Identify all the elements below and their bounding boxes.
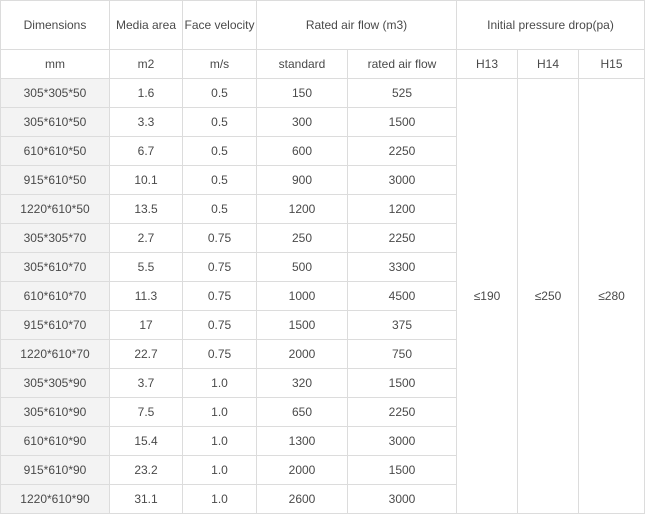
cell-rated-air-flow: 2250	[347, 397, 457, 427]
header-initial-pressure-drop: Initial pressure drop(pa)	[456, 0, 645, 50]
cell-face-velocity: 0.75	[182, 339, 257, 369]
cell-rated-air-flow: 1500	[347, 455, 457, 485]
cell-media-area: 13.5	[109, 194, 183, 224]
cell-rated-air-flow: 2250	[347, 223, 457, 253]
cell-media-area: 22.7	[109, 339, 183, 369]
cell-standard: 1500	[256, 310, 348, 340]
cell-h15: ≤280	[578, 78, 645, 514]
cell-standard: 320	[256, 368, 348, 398]
cell-rated-air-flow: 1500	[347, 368, 457, 398]
cell-dimensions: 610*610*90	[0, 426, 110, 456]
cell-rated-air-flow: 3000	[347, 165, 457, 195]
cell-dimensions: 915*610*50	[0, 165, 110, 195]
cell-dimensions: 305*305*70	[0, 223, 110, 253]
cell-standard: 900	[256, 165, 348, 195]
cell-rated-air-flow: 3000	[347, 426, 457, 456]
cell-h14: ≤250	[517, 78, 579, 514]
cell-dimensions: 1220*610*50	[0, 194, 110, 224]
cell-standard: 1300	[256, 426, 348, 456]
cell-rated-air-flow: 750	[347, 339, 457, 369]
cell-dimensions: 915*610*70	[0, 310, 110, 340]
cell-standard: 150	[256, 78, 348, 108]
cell-media-area: 31.1	[109, 484, 183, 514]
cell-h13: ≤190	[456, 78, 518, 514]
header-rated-air-flow: Rated air flow (m3)	[256, 0, 457, 50]
header-row-2: mm m2 m/s standard rated air flow H13 H1…	[0, 49, 645, 79]
cell-face-velocity: 0.5	[182, 165, 257, 195]
cell-media-area: 2.7	[109, 223, 183, 253]
cell-dimensions: 1220*610*70	[0, 339, 110, 369]
cell-media-area: 17	[109, 310, 183, 340]
cell-dimensions: 305*305*50	[0, 78, 110, 108]
cell-face-velocity: 0.75	[182, 252, 257, 282]
cell-face-velocity: 0.75	[182, 223, 257, 253]
cell-rated-air-flow: 3300	[347, 252, 457, 282]
spec-table: Dimensions Media area Face velocity Rate…	[0, 0, 645, 514]
cell-standard: 2000	[256, 339, 348, 369]
cell-dimensions: 305*610*70	[0, 252, 110, 282]
cell-media-area: 15.4	[109, 426, 183, 456]
cell-standard: 600	[256, 136, 348, 166]
cell-media-area: 23.2	[109, 455, 183, 485]
cell-dimensions: 610*610*70	[0, 281, 110, 311]
cell-face-velocity: 1.0	[182, 484, 257, 514]
cell-standard: 1000	[256, 281, 348, 311]
cell-media-area: 1.6	[109, 78, 183, 108]
cell-rated-air-flow: 4500	[347, 281, 457, 311]
cell-dimensions: 1220*610*90	[0, 484, 110, 514]
sub-standard: standard	[256, 49, 348, 79]
cell-face-velocity: 1.0	[182, 368, 257, 398]
sub-h14: H14	[517, 49, 579, 79]
table-body: Dimensions Media area Face velocity Rate…	[0, 0, 645, 514]
cell-media-area: 7.5	[109, 397, 183, 427]
cell-face-velocity: 1.0	[182, 397, 257, 427]
header-face-velocity: Face velocity	[182, 0, 257, 50]
cell-media-area: 5.5	[109, 252, 183, 282]
unit-mm: mm	[0, 49, 110, 79]
table-row: 305*305*50 1.6 0.5 150 525 ≤190 ≤250 ≤28…	[0, 78, 645, 514]
cell-rated-air-flow: 1500	[347, 107, 457, 137]
sub-h15: H15	[578, 49, 645, 79]
header-media-area: Media area	[109, 0, 183, 50]
header-row-1: Dimensions Media area Face velocity Rate…	[0, 0, 645, 50]
cell-dimensions: 305*305*90	[0, 368, 110, 398]
cell-media-area: 3.3	[109, 107, 183, 137]
cell-rated-air-flow: 2250	[347, 136, 457, 166]
cell-face-velocity: 0.5	[182, 194, 257, 224]
cell-standard: 300	[256, 107, 348, 137]
unit-ms: m/s	[182, 49, 257, 79]
cell-face-velocity: 1.0	[182, 426, 257, 456]
cell-standard: 650	[256, 397, 348, 427]
cell-standard: 2600	[256, 484, 348, 514]
cell-standard: 1200	[256, 194, 348, 224]
cell-rated-air-flow: 375	[347, 310, 457, 340]
cell-rated-air-flow: 525	[347, 78, 457, 108]
cell-media-area: 10.1	[109, 165, 183, 195]
sub-rated-air-flow: rated air flow	[347, 49, 457, 79]
cell-standard: 250	[256, 223, 348, 253]
cell-face-velocity: 0.75	[182, 281, 257, 311]
sub-h13: H13	[456, 49, 518, 79]
cell-standard: 2000	[256, 455, 348, 485]
unit-m2: m2	[109, 49, 183, 79]
cell-dimensions: 915*610*90	[0, 455, 110, 485]
cell-face-velocity: 1.0	[182, 455, 257, 485]
cell-face-velocity: 0.5	[182, 78, 257, 108]
cell-rated-air-flow: 3000	[347, 484, 457, 514]
cell-media-area: 3.7	[109, 368, 183, 398]
cell-media-area: 11.3	[109, 281, 183, 311]
header-dimensions: Dimensions	[0, 0, 110, 50]
cell-face-velocity: 0.75	[182, 310, 257, 340]
cell-dimensions: 610*610*50	[0, 136, 110, 166]
cell-rated-air-flow: 1200	[347, 194, 457, 224]
cell-dimensions: 305*610*90	[0, 397, 110, 427]
cell-standard: 500	[256, 252, 348, 282]
cell-media-area: 6.7	[109, 136, 183, 166]
cell-face-velocity: 0.5	[182, 107, 257, 137]
cell-dimensions: 305*610*50	[0, 107, 110, 137]
cell-face-velocity: 0.5	[182, 136, 257, 166]
